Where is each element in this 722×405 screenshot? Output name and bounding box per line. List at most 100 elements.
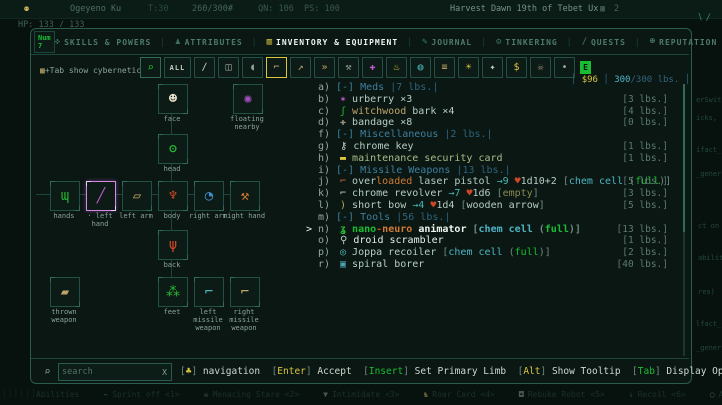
equipment-slot-face[interactable]: ☻ [158,84,188,114]
chrome-revolver-icon: ⌐ [340,188,353,200]
equipment-slot-left-arm[interactable]: ▱ [122,181,152,211]
recoil-6-icon: ⇓ [628,390,634,399]
right-missile-weapon-item-icon: ⌐ [240,284,250,300]
sprint-off-1-icon: ⌁ [103,390,109,399]
equipment-slot-back[interactable]: ψ [158,230,188,260]
item-weight: [5 lbs.] [622,200,668,211]
filter-books[interactable]: ≡ [434,57,455,78]
filter-ammo[interactable]: » [314,57,335,78]
ability-bar-title: Abilities [36,390,80,399]
inventory-item-bandage[interactable]: d) ✚ bandage ×8 [0 lbs.] [312,117,688,129]
filter-light-sources[interactable]: ☀ [458,57,479,78]
inventory-section-miscellaneous-section[interactable]: f) [-] Miscellaneous |2 lbs.| [312,129,688,141]
filter-water-containers[interactable]: ◍ [410,57,431,78]
search-clear-button[interactable]: X [162,368,171,377]
equipment-slot-thrown-weapon[interactable]: ▰ [50,277,80,307]
inventory-item-maintenance-security-card[interactable]: h) ▬ maintenance security card [1 lbs.] [312,153,688,165]
inventory-item-chrome-key[interactable]: g) ⚷ chrome key [1 lbs.] [312,141,688,153]
search-input[interactable] [59,367,163,377]
ability-activate-deactivate-emitter-7[interactable]: ○Activate/Deactivate Emitter <7> [710,390,722,399]
equipment-slot-right-hand[interactable]: ⚒ [230,181,260,211]
equipment-slot-floating-nearby[interactable]: ✺ [233,84,263,114]
filter-missile-weapons[interactable]: ⌐ [266,57,287,78]
search-field: X [58,363,172,381]
ability-intimidate-3[interactable]: ▼ Intimidate <3> [323,390,399,399]
corpses-icon: ☠ [537,62,544,73]
item-weight: [4 lbs.] [622,105,668,117]
turn-counter: T:30 [148,4,169,14]
filter-all-button[interactable]: ALL [164,57,191,78]
equipment-slot-hands[interactable]: ɰ [50,181,80,211]
inventory-item-overloaded-laser-pistol[interactable]: j) ⌐ overloaded laser pistol →9 ♥1d10+2 [… [312,176,688,188]
tab-journal[interactable]: ✎ JOURNAL [422,37,472,47]
inventory-item-joppa-recoiler[interactable]: p) ◎ Joppa recoiler [chem cell (full)] [2 … [312,247,688,259]
filter-shields[interactable]: ◖ [242,57,263,78]
ability-recoil-6[interactable]: ⇓ Recoil <6> [629,390,686,399]
journal-icon: ✎ [421,37,428,47]
inventory-item-short-bow[interactable]: l)) short bow →4 ♥1d4 [wooden arrow] [5 l… [312,200,688,212]
filter-melee-weapons[interactable]: ∕ [194,57,215,78]
tab-attributes[interactable]: ♟ ATTRIBUTES [175,37,243,47]
filter-search-toggle[interactable]: ⌕ [140,57,161,78]
inventory-section-tools-section[interactable]: m) [-] Tools |56 lbs.| [312,212,688,224]
terminal-fragment: lfact_re [696,320,722,328]
item-weight: [1 lbs.] [622,141,668,152]
inventory-section-meds-section[interactable]: a) [-] Meds |7 lbs.| [312,82,688,94]
inventory-equipment-icon: ▥ [266,37,272,47]
inventory-item-spiral-borer[interactable]: r) ▣ spiral borer [40 lbs.] [312,259,688,271]
inventory-item-urberry[interactable]: b) ✶ urberry ×3 [3 lbs.] [312,94,688,106]
inventory-item-chrome-revolver[interactable]: k) ⌐ chrome revolver →7 ♥1d6 [empty] [3 lb… [312,188,688,200]
left-arm-item-icon: ▱ [132,188,142,204]
filter-tools[interactable]: ⚒ [338,57,359,78]
feet-item-icon: ⁂ [166,284,180,300]
terminal-fragment: ct on a [698,222,720,230]
equipment-slot-right-missile-weapon[interactable]: ⌐ [230,277,260,307]
item-name: ⌐ chrome revolver →7 ♥1d6 [empty] [340,188,539,200]
equipment-slot-right-arm[interactable]: ◔ [194,181,224,211]
tab-reputation[interactable]: ☻ REPUTATION [650,37,718,47]
terminal-fragment: ifact_re [696,146,722,154]
equipment-slot-left-hand[interactable]: ╱ [86,181,116,211]
key-hints: [♣] navigation [Enter] Accept [Insert] S… [180,366,722,377]
equipment-slot-feet[interactable]: ⁂ [158,277,188,307]
chrome-key-icon: ⚷ [340,141,354,152]
scrollbar-thumb[interactable] [683,84,685,232]
filter-food[interactable]: ♨ [386,57,407,78]
section-title: [-] Meds |7 lbs.| [336,82,439,93]
filter-armor[interactable]: ◫ [218,57,239,78]
droid-scrambler-icon: ⚲ [340,235,354,247]
item-letter: b) [318,93,331,105]
trade-goods-icon: $ [513,62,520,73]
filter-trade-goods[interactable]: $ [506,57,527,78]
ability-sprint-off-1[interactable]: ⌁ Sprint off <1> [103,390,179,399]
inventory-item-witchwood-bark[interactable]: c) ʃ witchwood bark ×4 [4 lbs.] [312,106,688,118]
ability-roar-card-4[interactable]: ♞ Roar Card <4> [423,390,494,399]
equipment-slot-body[interactable]: ♆ [158,181,188,211]
filter-meds[interactable]: ✚ [362,57,383,78]
meds-icon: ✚ [369,62,376,73]
tab-skills-powers[interactable]: ✜ SKILLS & POWERS [55,37,152,47]
item-name: ⚷ chrome key [340,141,414,152]
filter-thrown-weapons[interactable]: ↗ [290,57,311,78]
inventory-item-droid-scrambler[interactable]: o) ⚲ droid scrambler [1 lbs.] [312,235,688,247]
item-name: ▬ maintenance security card [340,152,503,164]
inventory-item-nano-neuro-animator[interactable]: > n) ʓ nano-neuro animator [chem cell (ful… [306,223,688,236]
item-letter: n) [318,223,331,235]
tab-tinkering[interactable]: ⚙ TINKERING [496,37,558,47]
item-weight: [40 lbs.] [616,259,668,270]
filter-corpses[interactable]: ☠ [530,57,551,78]
ability-menacing-stare-2[interactable]: ☠ Menacing Stare <2> [204,390,300,399]
inventory-section-missile-weapons-section[interactable]: i) [-] Missile Weapons |13 lbs.| [312,165,688,177]
item-weight: [13 lbs.] [616,223,668,235]
tab-quests[interactable]: ∕ QUESTS [582,37,626,47]
equipment-slot-head[interactable]: ʘ [158,134,188,164]
terminal-fragment: _generic [696,170,722,178]
tab-divider: │ [251,37,258,47]
back-item-icon: ψ [168,237,178,253]
filter-artifacts[interactable]: ✦ [482,57,503,78]
equipment-slot-left-missile-weapon[interactable]: ⌐ [194,277,224,307]
item-name: ʃ witchwood bark ×4 [340,105,455,117]
tab-inventory-equipment[interactable]: ▥ INVENTORY & EQUIPMENT [267,37,399,47]
ability-rebuke-robot-5[interactable]: ◘ Rebuke Robot <5> [519,390,605,399]
item-weight: [3 lbs.] [622,93,668,105]
